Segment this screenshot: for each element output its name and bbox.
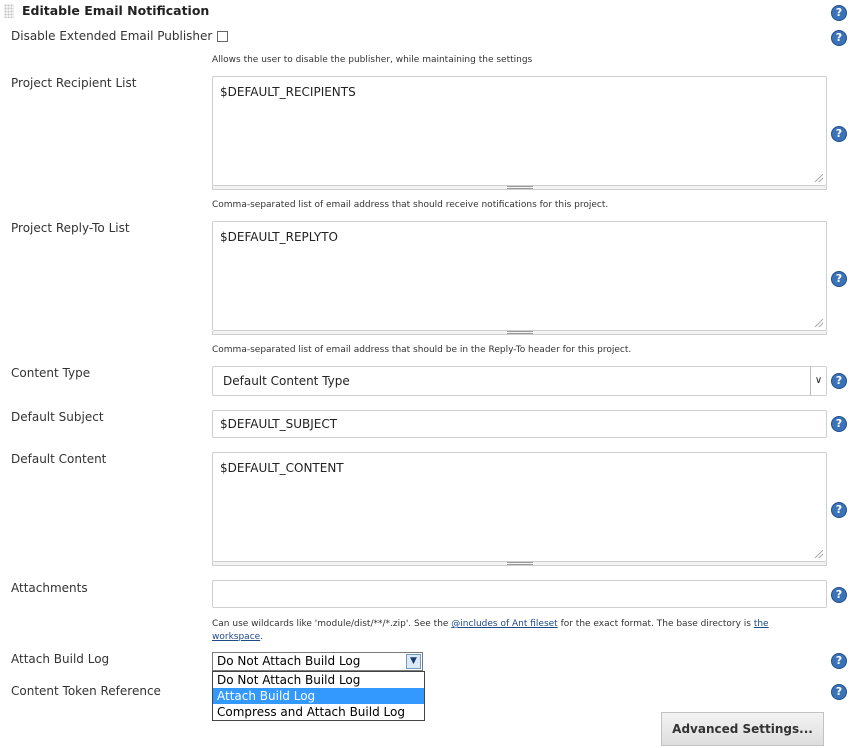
dropdown-option[interactable]: Compress and Attach Build Log [213, 704, 424, 720]
help-icon[interactable]: ? [831, 684, 847, 700]
help-icon[interactable]: ? [831, 271, 847, 287]
section-title: Editable Email Notification [22, 3, 210, 18]
textarea-resize-bar[interactable] [212, 186, 827, 190]
default-content-textarea[interactable]: $DEFAULT_CONTENT [212, 452, 827, 562]
chevron-down-icon[interactable]: ∨ [810, 367, 826, 395]
reply-to-list-value: $DEFAULT_REPLYTO [220, 230, 338, 244]
dropdown-option[interactable]: Do Not Attach Build Log [213, 672, 424, 688]
content-type-select[interactable]: Default Content Type ∨ [212, 366, 827, 396]
advanced-settings-button[interactable]: Advanced Settings... [661, 712, 824, 746]
content-token-reference-label: Content Token Reference [11, 684, 161, 698]
chevron-down-icon[interactable]: ▼ [406, 654, 421, 669]
attachments-input[interactable] [212, 580, 827, 608]
attach-build-log-select[interactable]: Do Not Attach Build Log ▼ [212, 652, 423, 671]
resize-grip-icon[interactable] [815, 174, 823, 182]
help-icon[interactable]: ? [831, 30, 847, 46]
disable-publisher-description: Allows the user to disable the publisher… [212, 55, 533, 65]
workspace-link[interactable]: workspace [212, 632, 260, 642]
disable-publisher-checkbox[interactable] [217, 31, 228, 42]
disable-publisher-label: Disable Extended Email Publisher [11, 29, 213, 43]
ant-fileset-link[interactable]: @includes of Ant fileset [451, 619, 557, 629]
textarea-resize-bar[interactable] [212, 562, 827, 566]
content-type-label: Content Type [11, 366, 91, 380]
default-subject-value: $DEFAULT_SUBJECT [220, 417, 338, 431]
recipient-list-label: Project Recipient List [11, 76, 137, 90]
recipient-list-value: $DEFAULT_RECIPIENTS [220, 85, 356, 99]
help-icon[interactable]: ? [831, 416, 847, 432]
attachments-description: Can use wildcards like 'module/dist/**/*… [212, 618, 802, 644]
attachments-desc-text: . [260, 632, 264, 642]
reply-to-list-label: Project Reply-To List [11, 221, 130, 235]
textarea-resize-bar[interactable] [212, 331, 827, 335]
attach-build-log-label: Attach Build Log [11, 652, 110, 666]
recipient-list-textarea[interactable]: $DEFAULT_RECIPIENTS [212, 76, 827, 186]
resize-grip-icon[interactable] [815, 550, 823, 558]
default-subject-label: Default Subject [11, 410, 104, 424]
resize-grip-icon[interactable] [815, 319, 823, 327]
workspace-link[interactable]: the [754, 619, 769, 629]
reply-to-list-textarea[interactable]: $DEFAULT_REPLYTO [212, 221, 827, 331]
help-icon[interactable]: ? [831, 587, 847, 603]
help-icon[interactable]: ? [831, 5, 847, 21]
attachments-desc-text: for the exact format. The base directory… [557, 619, 754, 629]
attach-build-log-selected: Do Not Attach Build Log [217, 654, 361, 668]
drag-handle-icon[interactable] [4, 4, 14, 18]
default-content-value: $DEFAULT_CONTENT [220, 461, 344, 475]
recipient-list-description: Comma-separated list of email address th… [212, 200, 609, 210]
default-content-label: Default Content [11, 452, 107, 466]
help-icon[interactable]: ? [831, 653, 847, 669]
default-subject-input[interactable]: $DEFAULT_SUBJECT [212, 410, 827, 438]
content-type-value: Default Content Type [223, 374, 350, 388]
help-icon[interactable]: ? [831, 502, 847, 518]
help-icon[interactable]: ? [831, 126, 847, 142]
dropdown-option-highlighted[interactable]: Attach Build Log [213, 688, 424, 704]
attachments-label: Attachments [11, 581, 88, 595]
attach-build-log-dropdown-list: Do Not Attach Build Log Attach Build Log… [212, 671, 425, 721]
attachments-desc-text: Can use wildcards like 'module/dist/**/*… [212, 619, 452, 629]
help-icon[interactable]: ? [831, 373, 847, 389]
reply-to-list-description: Comma-separated list of email address th… [212, 345, 632, 355]
